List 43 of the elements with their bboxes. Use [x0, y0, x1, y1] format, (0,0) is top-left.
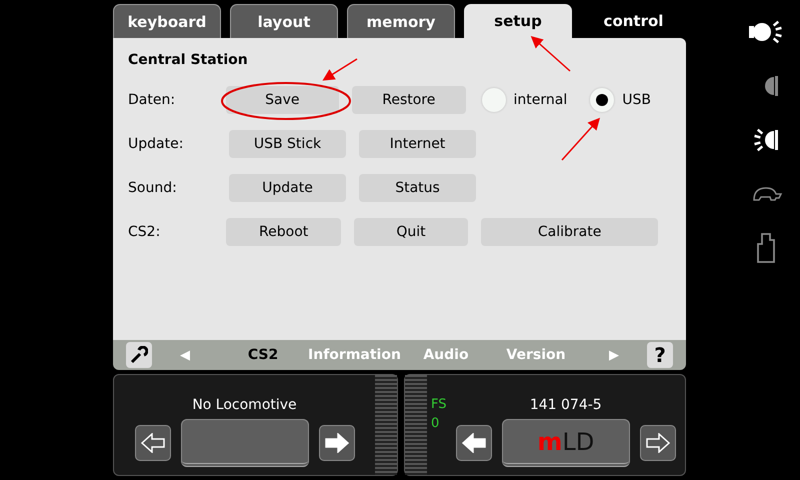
filled-arrow-icon — [462, 433, 486, 453]
tab[interactable]: keyboard — [113, 4, 221, 38]
outline-arrow-icon — [646, 433, 670, 453]
action-button[interactable]: Reboot — [226, 218, 341, 246]
radio-label: internal — [514, 92, 568, 108]
loco-logo: mLD — [537, 428, 594, 456]
annotation-arrow — [530, 36, 570, 72]
row-label: CS2: — [128, 224, 162, 240]
previous-loco-button[interactable] — [134, 425, 170, 461]
next-loco-button[interactable] — [318, 425, 354, 461]
help-button[interactable]: ? — [647, 342, 673, 368]
row-label: Daten: — [128, 92, 176, 108]
section-title: Central Station — [128, 52, 249, 68]
action-button[interactable]: Internet — [359, 130, 476, 158]
row-label: Update: — [128, 136, 184, 152]
action-button[interactable]: Restore — [352, 86, 466, 114]
action-button[interactable]: Status — [359, 174, 476, 202]
annotation-arrow — [561, 118, 600, 160]
speed-label: FS — [431, 397, 447, 412]
outline-arrow-icon — [140, 433, 164, 453]
radio-button[interactable] — [590, 88, 614, 112]
radio-label: USB — [622, 92, 651, 108]
radio-button[interactable] — [482, 88, 506, 112]
speed-slider[interactable] — [375, 375, 397, 475]
row-label: Sound: — [128, 180, 178, 196]
next-loco-button[interactable] — [640, 425, 676, 461]
action-button[interactable]: Update — [229, 174, 346, 202]
nav-tab[interactable]: CS2 — [218, 347, 308, 363]
action-button[interactable]: Save — [226, 86, 340, 114]
action-button[interactable]: Calibrate — [481, 218, 658, 246]
previous-loco-button[interactable] — [456, 425, 492, 461]
loco-name: 141 074-5 — [530, 397, 602, 415]
action-button[interactable]: USB Stick — [229, 130, 346, 158]
annotation-arrow — [322, 58, 358, 81]
speed-slider[interactable] — [405, 375, 427, 475]
tab[interactable]: layout — [230, 4, 338, 38]
filled-arrow-icon — [324, 433, 348, 453]
tab[interactable]: memory — [347, 4, 455, 38]
loco-name: No Locomotive — [192, 397, 297, 415]
speed-value: 0 — [431, 416, 440, 431]
tab[interactable]: setup — [464, 4, 572, 38]
action-button[interactable]: Quit — [354, 218, 468, 246]
loco-display[interactable] — [180, 419, 308, 467]
